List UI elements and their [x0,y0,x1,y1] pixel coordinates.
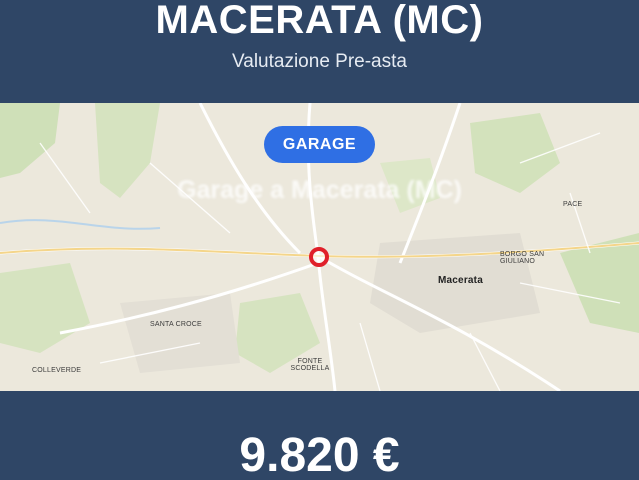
category-badge: GARAGE [264,126,375,163]
place-label-macerata: Macerata [438,275,483,286]
page-subtitle: Valutazione Pre-asta [232,51,407,72]
map-overlay-title: Garage a Macerata (MC) [177,176,462,204]
page-title: MACERATA (MC) [155,0,484,42]
place-label-borgo-san-giuliano: Borgo San Giuliano [500,251,545,265]
place-label-fonte-scodella: Fonte Scodella [290,358,330,372]
place-label-colleverde: Colleverde [32,367,82,374]
location-pin-icon[interactable] [309,247,329,267]
place-label-santa-croce: Santa Croce [150,321,202,328]
header-banner: MACERATA (MC) Valutazione Pre-asta [0,0,639,103]
price-value: 9.820 € [239,429,400,480]
